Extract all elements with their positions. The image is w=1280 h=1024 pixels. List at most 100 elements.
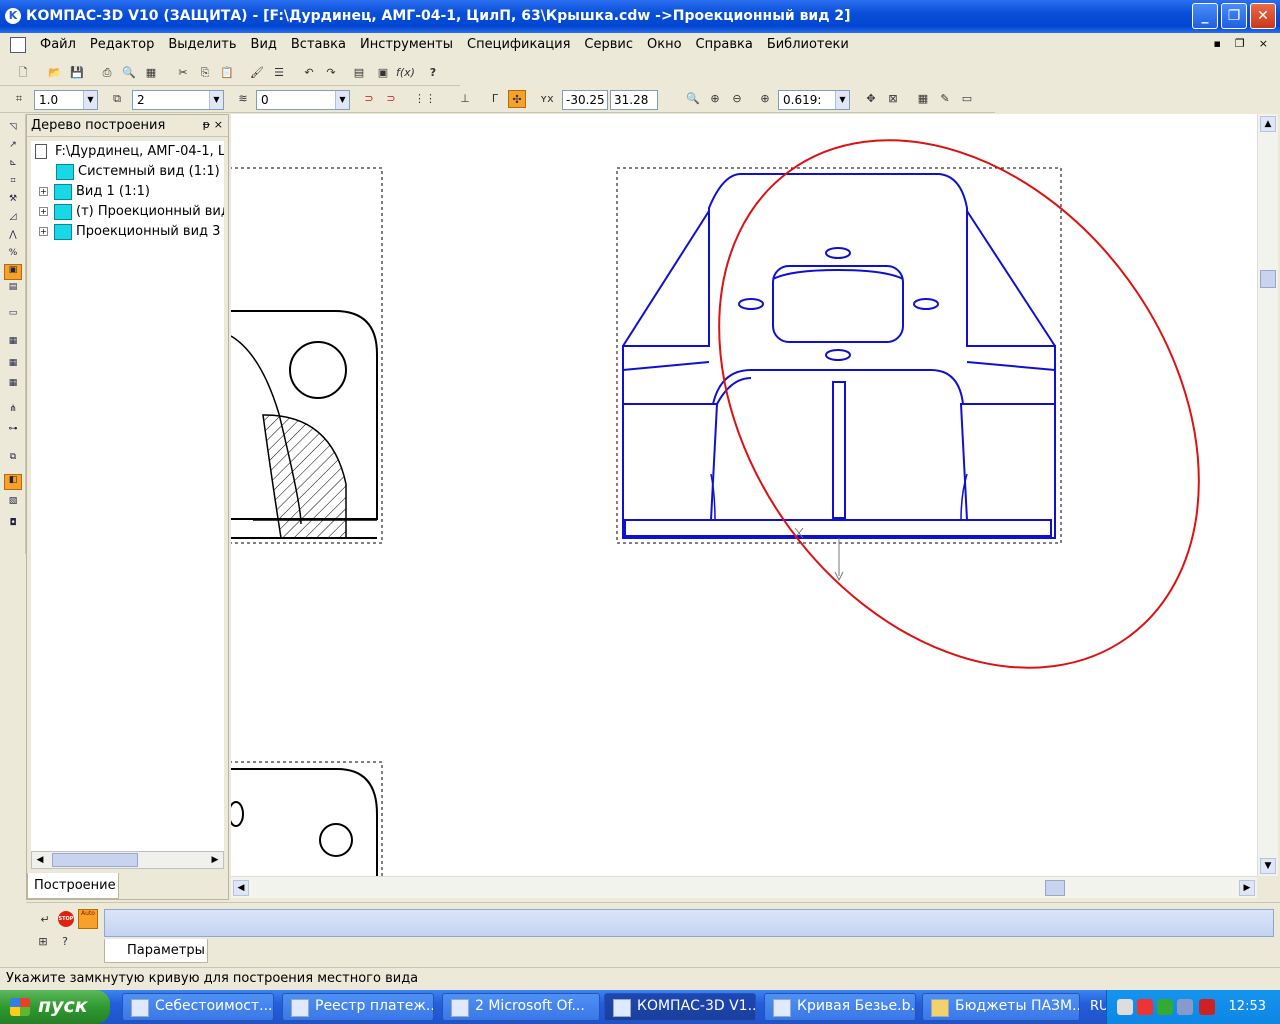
menu-insert[interactable]: Вставка (291, 37, 346, 52)
menu-help[interactable]: Справка (696, 37, 753, 52)
menu-libraries[interactable]: Библиотеки (767, 37, 849, 52)
select-icon[interactable]: ⋀ (4, 230, 22, 246)
grid-icon[interactable]: ⋮⋮ (414, 90, 436, 108)
help-pointer-icon[interactable]: ? (424, 64, 442, 82)
zoom-in-icon[interactable]: ⊕ (706, 90, 724, 108)
view-section-icon[interactable]: ▦ (4, 378, 22, 394)
view-link-icon[interactable]: ◘ (4, 518, 22, 534)
scroll-right-icon[interactable]: ▶ (207, 852, 223, 868)
save-icon[interactable]: 💾 (68, 64, 86, 82)
canvas-vertical-scrollbar[interactable]: ▲ ▼ (1257, 114, 1278, 876)
maximize-button[interactable]: ❐ (1221, 3, 1247, 29)
show-all-icon[interactable]: ⊠ (884, 90, 902, 108)
expand-icon[interactable]: + (39, 187, 48, 196)
doc-close-button[interactable]: × (1259, 37, 1268, 50)
undo-icon[interactable]: ↶ (300, 64, 318, 82)
task-button-excel-2[interactable]: Реестр платеж... (282, 993, 434, 1021)
close-icon[interactable]: × (214, 118, 223, 131)
scroll-up-icon[interactable]: ▲ (1260, 116, 1276, 132)
brush-icon[interactable]: ✎ (936, 90, 954, 108)
menu-specification[interactable]: Спецификация (467, 37, 570, 52)
designations-icon[interactable]: ⊾ (4, 158, 22, 174)
menu-edit[interactable]: Редактор (90, 37, 154, 52)
task-button-bezier[interactable]: Кривая Безье.b... (764, 993, 916, 1021)
geometry-icon[interactable]: ◹ (4, 122, 22, 138)
tab-parameters[interactable]: Параметры (104, 939, 208, 963)
local-view-active-icon[interactable]: ◧ (4, 474, 22, 490)
format-painter-icon[interactable]: 🖌 (248, 64, 266, 82)
round-icon[interactable]: ✣ (508, 90, 526, 108)
spec-icon[interactable]: % (4, 248, 22, 264)
associative-views-icon[interactable]: ▣ (4, 264, 22, 280)
minimize-button[interactable]: _ (1192, 3, 1218, 29)
tray-app-icon[interactable] (1157, 999, 1173, 1015)
task-button-excel-1[interactable]: Себестоимост... (122, 993, 274, 1021)
tray-shield-icon[interactable] (1199, 999, 1215, 1015)
tree-item-system-view[interactable]: Системный вид (1:1) (56, 163, 220, 181)
start-button[interactable]: пуск (0, 990, 110, 1024)
tree-item-document[interactable]: F:\Дурдинец, АМГ-04-1, L (35, 143, 224, 161)
dimensions-icon[interactable]: ↗ (4, 140, 22, 156)
tree-item-projection-view-t[interactable]: + (т) Проекционный вид (39, 203, 224, 221)
menu-tools[interactable]: Инструменты (360, 37, 453, 52)
zoom-combo[interactable]: 0.619: ▼ (778, 90, 850, 110)
view-arrow-icon[interactable]: ▦ (4, 358, 22, 374)
tray-network-icon[interactable] (1177, 999, 1193, 1015)
function-fx-icon[interactable]: f(x) (396, 64, 415, 82)
tree-item-view-1[interactable]: + Вид 1 (1:1) (39, 183, 150, 201)
chevron-down-icon[interactable]: ▼ (209, 91, 223, 109)
stop-icon[interactable]: STOP (58, 911, 74, 927)
scroll-thumb[interactable] (1260, 270, 1276, 288)
menu-service[interactable]: Сервис (584, 37, 633, 52)
snap-magnet-icon[interactable]: ⊃ (360, 90, 378, 108)
manager-icon[interactable]: ▤ (350, 64, 368, 82)
view-local-icon[interactable]: ⧉ (4, 452, 22, 468)
view-standard-icon[interactable]: ▭ (4, 308, 22, 324)
document-icon[interactable] (10, 37, 26, 53)
chevron-down-icon[interactable]: ▼ (835, 91, 849, 109)
tray-antivirus-icon[interactable] (1137, 999, 1153, 1015)
doc-minimize-button[interactable]: ▪ (1213, 37, 1220, 50)
scroll-thumb[interactable] (1045, 880, 1065, 896)
task-button-word[interactable]: 2 Microsoft Of... (442, 993, 600, 1021)
list-icon[interactable]: ☰ (270, 64, 288, 82)
auto-icon[interactable]: Auto (78, 909, 98, 929)
copy-icon[interactable]: ⎘ (196, 64, 214, 82)
parametrization-icon[interactable]: ⚒ (4, 194, 22, 210)
expand-icon[interactable]: + (39, 207, 48, 216)
pin-icon[interactable]: ᵽ (203, 118, 210, 131)
canvas-horizontal-scrollbar[interactable]: ◀ ▶ (231, 876, 1257, 898)
local-snap-icon[interactable]: ⊃ (382, 90, 400, 108)
tree-horizontal-scrollbar[interactable]: ◀ ▶ (31, 851, 224, 869)
print-icon[interactable]: ⎙ (98, 64, 116, 82)
scroll-right-icon[interactable]: ▶ (1239, 880, 1255, 896)
menu-select[interactable]: Выделить (168, 37, 236, 52)
snap-settings-icon[interactable]: ⊞ (34, 933, 52, 951)
ortho-icon[interactable]: Γ (486, 90, 504, 108)
cut-icon[interactable]: ✂ (174, 64, 192, 82)
enter-icon[interactable]: ↵ (36, 911, 54, 929)
reports-icon[interactable]: ▤ (4, 282, 22, 298)
tree-item-projection-view-3[interactable]: + Проекционный вид 3 (39, 223, 220, 241)
view-cut-icon[interactable]: ▧ (4, 496, 22, 512)
variables-icon[interactable]: ▣ (374, 64, 392, 82)
layer-combo[interactable]: 2 ▼ (132, 90, 224, 110)
view-detail-icon[interactable]: ⋔ (4, 404, 22, 420)
tab-build[interactable]: Построение (27, 873, 119, 899)
coord-y-field[interactable]: 31.28 (610, 90, 658, 110)
measure-icon[interactable]: ◿ (4, 212, 22, 228)
pan-icon[interactable]: ✥ (862, 90, 880, 108)
menu-view[interactable]: Вид (251, 37, 277, 52)
task-button-folder[interactable]: Бюджеты ПАЗМ... (922, 993, 1080, 1021)
scroll-thumb[interactable] (52, 853, 138, 867)
style-combo[interactable]: 0 ▼ (256, 90, 350, 110)
local-cs-icon[interactable]: ⊥ (456, 90, 474, 108)
zoom-scale-icon[interactable]: ⊕ (756, 90, 774, 108)
help-icon[interactable]: ? (56, 933, 74, 951)
view-projection-icon[interactable]: ▦ (4, 336, 22, 352)
new-document-icon[interactable]: 🗋 (14, 64, 32, 82)
paste-icon[interactable]: 📋 (218, 64, 236, 82)
title-bar[interactable]: K КОМПАС-3D V10 (ЗАЩИТА) - [F:\Дурдинец,… (0, 0, 1280, 33)
redo-icon[interactable]: ↷ (322, 64, 340, 82)
edit-icon[interactable]: ⌗ (4, 176, 22, 192)
